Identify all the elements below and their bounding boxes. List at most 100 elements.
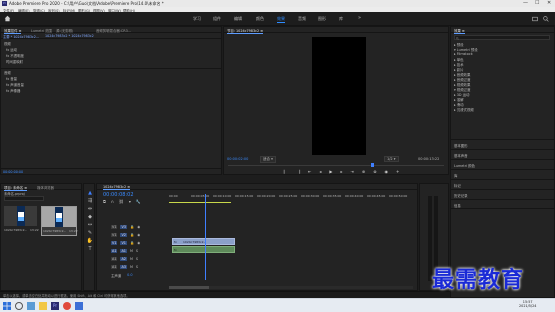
add-marker-icon[interactable]: ▾ [129, 199, 131, 204]
file-explorer-icon[interactable] [39, 302, 47, 310]
eye-icon[interactable]: ◉ [137, 225, 140, 229]
solo-icon[interactable]: S [136, 257, 138, 261]
effect-volume[interactable]: fx 音量 [6, 76, 17, 81]
solo-icon[interactable]: S [136, 249, 138, 253]
sequence-clip-label[interactable]: 1024c7983c2 * 1024c7983c2 [39, 34, 94, 38]
tab-source[interactable]: 源:(无剪辑) [56, 28, 73, 33]
track-label[interactable]: V2 [120, 233, 127, 237]
workspace-tab-color[interactable]: 颜色 [256, 16, 264, 22]
task-view-icon[interactable] [27, 302, 35, 310]
timeline-timecode[interactable]: 00:00:08:02 [103, 192, 134, 198]
step-back-icon[interactable]: ◂ [319, 169, 321, 174]
razor-tool-icon[interactable]: ◆ [86, 213, 94, 221]
minimize-button[interactable]: — [523, 0, 528, 6]
track-target[interactable]: A1 [111, 265, 118, 269]
slip-tool-icon[interactable]: ↔ [86, 221, 94, 229]
mute-icon[interactable]: M [130, 257, 133, 261]
section-libraries[interactable]: 库 [451, 169, 554, 179]
timeline-settings-icon[interactable]: 🔧 [136, 199, 141, 204]
workspace-tab-graphics[interactable]: 图形 [318, 16, 326, 22]
more-workspaces-icon[interactable]: » [358, 15, 361, 21]
project-search-field[interactable] [4, 196, 44, 201]
video-clip[interactable]: 1024c7983c2... fx [172, 238, 235, 245]
quick-export-icon[interactable] [532, 16, 538, 22]
workspace-tab-effects[interactable]: 效果 [277, 16, 285, 23]
selection-tool-icon[interactable]: ▲ [86, 189, 94, 197]
effect-opacity[interactable]: fx 不透明度 [6, 53, 24, 58]
program-monitor-title[interactable]: 节目: 1024c7983c2 ≡ [227, 28, 264, 34]
monitor-scrubber[interactable] [228, 163, 444, 167]
search-icon[interactable] [543, 16, 549, 22]
effect-channel-volume[interactable]: fx 声道音量 [6, 82, 24, 87]
workspace-tab-editing[interactable]: 编辑 [234, 16, 242, 22]
tab-media-browser[interactable]: 媒体浏览器 [37, 185, 54, 190]
timeline-sequence-tab[interactable]: 1024c7983c2 ≡ [103, 185, 131, 190]
eye-icon[interactable]: ◉ [137, 233, 140, 237]
program-video-frame[interactable] [312, 37, 366, 155]
section-essential-sound[interactable]: 基本声音 [451, 149, 554, 159]
workspace-tab-libraries[interactable]: 库 [339, 16, 343, 22]
effect-panner[interactable]: fx 声像器 [6, 88, 20, 93]
browser-taskbar-icon[interactable] [63, 302, 71, 310]
step-forward-icon[interactable]: ▸ [340, 169, 342, 174]
word-taskbar-icon[interactable] [75, 302, 83, 310]
track-target[interactable]: V1 [111, 233, 118, 237]
effects-tree-item[interactable]: ▸ Filmstock [454, 52, 473, 56]
effect-time-remap[interactable]: 时间重映射 [6, 59, 23, 64]
solo-icon[interactable]: S [136, 265, 138, 269]
pen-tool-icon[interactable]: ✎ [86, 229, 94, 237]
section-history[interactable]: 历史记录 [451, 189, 554, 199]
play-icon[interactable]: ▶ [329, 169, 332, 174]
nest-toggle-icon[interactable]: ⧉ [103, 199, 106, 204]
snap-icon[interactable]: ∩ [111, 199, 114, 204]
audio-clip[interactable]: fx [172, 246, 235, 253]
type-tool-icon[interactable]: T [86, 245, 94, 253]
timeline-tracks-area[interactable]: 1024c7983c2... fx fx [169, 194, 413, 286]
track-target[interactable]: A1 [111, 249, 118, 253]
maximize-button[interactable]: ☐ [535, 0, 539, 6]
effects-panel-title[interactable]: 效果 ≡ [454, 28, 465, 34]
track-select-tool-icon[interactable]: ⇶ [86, 197, 94, 205]
windows-start-icon[interactable] [3, 302, 11, 310]
ripple-edit-tool-icon[interactable]: ⇹ [86, 205, 94, 213]
master-volume-value[interactable]: 0.0 [127, 273, 132, 277]
track-label[interactable]: A3 [120, 265, 127, 269]
track-target[interactable]: A1 [111, 257, 118, 261]
project-item-1[interactable]: 1024c7983c2... 13:22 [4, 206, 39, 236]
workspace-tab-assembly[interactable]: 组件 [213, 16, 221, 22]
overwrite-icon[interactable]: ⊗ [373, 169, 376, 174]
section-info[interactable]: 信息 [451, 199, 554, 209]
insert-icon[interactable]: ⊕ [362, 169, 365, 174]
effect-motion[interactable]: fx 运动 [6, 47, 17, 52]
hand-tool-icon[interactable]: ✋ [86, 237, 94, 245]
project-item-2[interactable]: 1024c7983c2... 13:22 [41, 206, 78, 236]
track-label[interactable]: V3 [120, 225, 127, 229]
go-to-out-icon[interactable]: ⇥ [350, 169, 353, 174]
section-lumetri-color[interactable]: Lumetri 颜色 [451, 159, 554, 169]
monitor-playhead[interactable] [371, 163, 374, 167]
button-editor-icon[interactable]: + [396, 169, 399, 174]
timeline-horizontal-scrollbar[interactable] [169, 286, 413, 289]
mark-out-icon[interactable]: ⎹ [296, 169, 300, 174]
effect-controls-timecode[interactable]: 00:00:00:00 [3, 170, 23, 174]
section-markers[interactable]: 标记 [451, 179, 554, 189]
linked-selection-icon[interactable]: ⛓ [119, 199, 124, 204]
track-label[interactable]: A2 [120, 257, 127, 261]
premiere-taskbar-icon[interactable]: Pr [51, 302, 59, 310]
search-taskbar-icon[interactable] [15, 302, 23, 310]
track-label[interactable]: A1 [120, 249, 127, 253]
effects-tree-item[interactable]: ▸ 沉浸式视频 [454, 107, 474, 112]
workspace-tab-learn[interactable]: 学习 [193, 16, 201, 22]
lock-icon[interactable]: 🔒 [130, 241, 134, 245]
track-target[interactable]: V1 [111, 241, 118, 245]
export-frame-icon[interactable]: ◉ [385, 169, 389, 174]
program-timecode-playhead[interactable]: 00:00:02:00 [227, 157, 248, 161]
close-button[interactable]: ✕ [547, 0, 551, 6]
lock-icon[interactable]: 🔒 [130, 233, 134, 237]
master-clip-label[interactable]: 主要 * 1024c7983c2... [1, 34, 39, 39]
track-label[interactable]: V1 [120, 241, 127, 245]
mark-in-icon[interactable]: ⎸ [284, 169, 288, 174]
resolution-dropdown[interactable]: 1/2 ▾ [384, 156, 399, 162]
mute-icon[interactable]: M [130, 265, 133, 269]
section-essential-graphics[interactable]: 基本图形 [451, 139, 554, 149]
